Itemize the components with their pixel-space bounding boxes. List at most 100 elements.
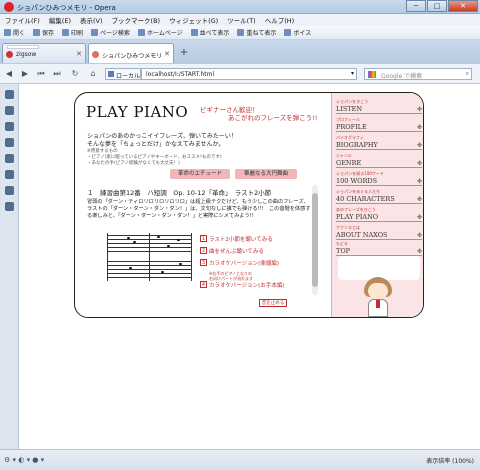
search-icon[interactable]: ⌕: [466, 70, 469, 78]
revolution-etude-button[interactable]: 革命のエチュード: [170, 169, 230, 179]
karaoke-example-link[interactable]: 4 カラオケバージョン(お手本編): [200, 281, 284, 293]
tab-thumbnail: [7, 45, 39, 49]
content-scrollbar[interactable]: [312, 185, 318, 295]
find-icon: [91, 29, 99, 36]
search-field[interactable]: Google で検索 ⌕: [364, 68, 472, 80]
menu-edit[interactable]: 編集(E): [49, 15, 71, 25]
link-label: ラスト2小節を聴いてみる: [209, 237, 273, 243]
tab-chopin[interactable]: ショパンひみつメモリ ✕: [88, 43, 174, 63]
back-icon[interactable]: ◀: [4, 69, 14, 79]
save-label: 保存: [42, 30, 55, 37]
tab-close-icon[interactable]: ✕: [76, 50, 82, 58]
karaoke-score-link[interactable]: 3 カラオケバージョン(楽譜編): [200, 259, 284, 271]
nav-100-words[interactable]: ショパンを知る100ワード 100 WORDS ✤: [336, 171, 422, 186]
nav-40-characters[interactable]: ショパンをめぐる人たち 40 CHARACTERS ✤: [336, 189, 422, 204]
print-icon: [62, 29, 70, 36]
welcome-subtext: あこがれのフレーズを弾こう!!: [228, 114, 318, 122]
zoom-indicator[interactable]: 表示倍率 (100%): [426, 456, 474, 465]
page-logo: PLAY PIANO: [86, 103, 189, 121]
minimize-button[interactable]: ─: [406, 0, 426, 12]
find-label: ページ検索: [100, 30, 130, 37]
tile-button[interactable]: 並べて表示: [190, 28, 229, 37]
status-bar: ⚙ ▾ ◐ ▾ ● ▾ 表示倍率 (100%): [0, 449, 480, 470]
ornament-icon: ✤: [416, 214, 422, 221]
page-viewport: PLAY PIANO ビギナーさん歓迎！ あこがれのフレーズを弾こう!! ショパ…: [19, 84, 480, 449]
voice-button[interactable]: ボイス: [284, 28, 311, 37]
title-bar: ショパンひみつメモリ - Opera ─ □ ✕: [0, 0, 480, 14]
main-content: PLAY PIANO ビギナーさん歓迎！ あこがれのフレーズを弾こう!! ショパ…: [75, 93, 331, 317]
sheet-music-image: [107, 233, 192, 281]
menu-tools[interactable]: ツール(T): [227, 15, 256, 25]
homepage-label: ホームページ: [146, 30, 183, 37]
close-button[interactable]: ✕: [448, 0, 478, 12]
cascade-button[interactable]: 重ねて表示: [237, 28, 276, 37]
menu-widgets[interactable]: ウィジェット(G): [169, 15, 218, 25]
menu-bookmarks[interactable]: ブックマーク(B): [112, 15, 161, 25]
nav-genre[interactable]: ジャンル GENRE ✤: [336, 153, 422, 168]
save-icon: [33, 29, 41, 36]
print-label: 印刷: [71, 30, 84, 37]
nav-en-label: PROFILE: [336, 123, 367, 131]
downloads-panel-icon[interactable]: [5, 154, 14, 163]
nav-about-naxos[interactable]: ナクソスとは ABOUT NAXOS ✤: [336, 225, 422, 240]
home-icon: [137, 29, 145, 36]
share-panel-icon[interactable]: [5, 122, 14, 131]
forward-icon[interactable]: ▶: [20, 69, 30, 79]
nav-biography[interactable]: バイオグラフィ BIOGRAPHY ✤: [336, 135, 422, 150]
bookmarks-panel-icon[interactable]: [5, 90, 14, 99]
stop-sound-button[interactable]: 音を止める: [259, 299, 287, 307]
maximize-button[interactable]: □: [427, 0, 447, 12]
cascade-icon: [237, 29, 245, 36]
nav-top[interactable]: もどる TOP ✤: [336, 241, 422, 256]
tab-label: zigsow: [16, 51, 37, 58]
chevron-down-icon[interactable]: ▾: [351, 70, 354, 77]
nav-listen[interactable]: ショパンをきこう LISTEN ✤: [336, 99, 422, 114]
home-nav-icon[interactable]: ⌂: [88, 69, 98, 79]
link-number: 3: [200, 259, 207, 266]
local-security-badge[interactable]: ローカル: [105, 68, 141, 80]
tab-close-icon[interactable]: ✕: [164, 50, 170, 58]
grand-waltz-button[interactable]: 華麗なる大円舞曲: [235, 169, 297, 179]
ornament-icon: ✤: [416, 232, 422, 239]
menu-view[interactable]: 表示(V): [80, 15, 103, 25]
nav-en-label: 40 CHARACTERS: [336, 195, 395, 203]
nav-profile[interactable]: プロフィール PROFILE ✤: [336, 117, 422, 132]
intro-line-2: そんな夢を「ちょっとだけ」かなえてみませんか。: [87, 141, 225, 148]
print-button[interactable]: 印刷: [62, 28, 83, 37]
ornament-icon: ✤: [416, 142, 422, 149]
menu-help[interactable]: ヘルプ(H): [265, 15, 294, 25]
piece-description: 冒頭の「ダーン・ティロリロリロリロリロ」は超上級テクだけど、もう少しこの曲のフレ…: [87, 199, 311, 219]
window-title: ショパンひみつメモリ - Opera: [17, 4, 116, 12]
reload-icon[interactable]: ↻: [70, 69, 80, 79]
menu-file[interactable]: ファイル(F): [5, 15, 40, 25]
mail-panel-icon[interactable]: [5, 106, 14, 115]
nav-play-piano[interactable]: あのフレーズをひこう PLAY PIANO ✤: [336, 207, 422, 222]
nav-en-label: BIOGRAPHY: [336, 141, 378, 149]
fastforward-icon[interactable]: ⏭: [52, 69, 62, 79]
url-field[interactable]: localhost/I:/START.html ▾: [141, 68, 357, 80]
find-button[interactable]: ページ検索: [91, 28, 130, 37]
rewind-icon[interactable]: ⏮: [36, 69, 46, 79]
homepage-button[interactable]: ホームページ: [137, 28, 183, 37]
open-button[interactable]: 開く: [4, 28, 25, 37]
piece-title: １ 練習曲第12番 ハ短調 Op. 10-12「革命」 ラスト2小節: [87, 189, 272, 197]
tab-bar: zigsow ✕ ショパンひみつメモリ ✕ +: [0, 40, 480, 64]
listen-full-link[interactable]: 2 曲をぜんぶ聴いてみる: [200, 247, 284, 259]
link-label: カラオケバージョン(楽譜編): [209, 261, 279, 267]
save-button[interactable]: 保存: [33, 28, 54, 37]
scrollbar-thumb[interactable]: [312, 193, 318, 287]
status-icons[interactable]: ⚙ ▾ ◐ ▾ ● ▾: [4, 456, 44, 464]
new-tab-button[interactable]: +: [177, 47, 191, 61]
chopin-favicon-icon: [92, 51, 99, 58]
notes-panel-icon[interactable]: [5, 138, 14, 147]
nav-en-label: PLAY PIANO: [336, 213, 379, 221]
ornament-icon: ✤: [416, 248, 422, 255]
chopin-character-avatar: [362, 277, 394, 317]
listen-last-bars-link[interactable]: 1 ラスト2小節を聴いてみる: [200, 235, 284, 247]
tab-zigsow[interactable]: zigsow ✕: [2, 43, 86, 63]
add-panel-icon[interactable]: [5, 202, 14, 211]
content-card: PLAY PIANO ビギナーさん歓迎！ あこがれのフレーズを弾こう!! ショパ…: [74, 92, 424, 318]
history-panel-icon[interactable]: [5, 170, 14, 179]
link-label: カラオケバージョン(お手本編): [209, 283, 285, 289]
info-panel-icon[interactable]: [5, 186, 14, 195]
